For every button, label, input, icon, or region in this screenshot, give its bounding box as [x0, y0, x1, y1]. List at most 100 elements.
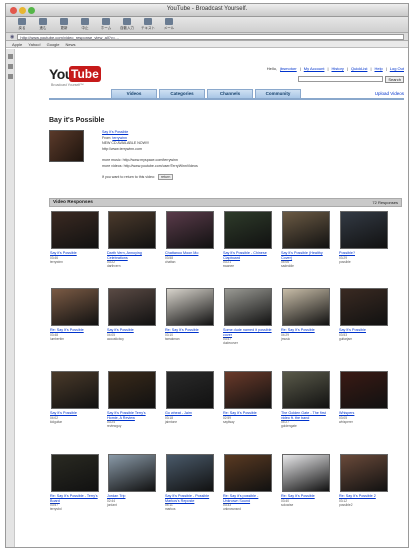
response-item[interactable]: Say It's Possible - Chinese Clapboard 03:…	[222, 211, 274, 268]
response-item[interactable]: Say It's Possible 04:02 kidguitar	[49, 371, 101, 424]
response-thumbnail[interactable]	[51, 454, 99, 492]
response-thumbnail[interactable]	[166, 288, 214, 326]
user-link[interactable]: History	[331, 66, 343, 71]
response-item[interactable]: Whispers 03:05 whisperer	[338, 371, 390, 424]
response-thumbnail[interactable]	[282, 211, 330, 249]
response-item[interactable]: Re: Say It's Possible 02:59 sayitsay	[222, 371, 274, 424]
response-title[interactable]: Re: Say It's Possible - Terry's Board	[49, 494, 101, 503]
youtube-logo[interactable]: You Tube Broadcast Yourself™	[49, 66, 101, 87]
toolbar-button[interactable]: 中止	[77, 18, 93, 31]
response-thumbnail[interactable]	[282, 371, 330, 409]
response-thumbnail[interactable]	[166, 454, 214, 492]
toolbar-button[interactable]: 更新	[56, 18, 72, 31]
sidebar-icon[interactable]	[7, 64, 13, 69]
toolbar-button[interactable]: 進む	[35, 18, 51, 31]
url-field[interactable]: http://www.youtube.com/video_response_vi…	[17, 33, 404, 40]
response-item[interactable]: The Golden Gate - The first video ft. th…	[280, 371, 332, 428]
upload-videos-link[interactable]: Upload Videos	[375, 89, 404, 98]
window-title: YouTube - Broadcast Yourself.	[166, 6, 248, 12]
response-thumbnail[interactable]	[340, 371, 388, 409]
response-author: acousticboy	[107, 336, 124, 341]
sidebar-icon[interactable]	[7, 54, 13, 59]
response-thumbnail[interactable]	[340, 454, 388, 492]
response-thumbnail[interactable]	[224, 288, 272, 326]
response-thumbnail[interactable]	[282, 454, 330, 492]
toolbar-icon	[144, 18, 152, 25]
toolbar-button[interactable]: ホーム	[98, 18, 114, 31]
return-button[interactable]: return	[157, 174, 174, 180]
response-item[interactable]: Some dude named it possible cover 03:47 du…	[222, 288, 274, 345]
response-thumbnail[interactable]	[166, 371, 214, 409]
response-thumbnail[interactable]	[51, 371, 99, 409]
bookmark-item[interactable]: Apple	[12, 41, 22, 47]
video-thumbnail[interactable]	[49, 130, 84, 162]
user-links: Hello, jbsmotorr | My Account | History | Qui…	[267, 66, 404, 71]
search-input[interactable]	[298, 76, 384, 82]
user-link[interactable]: My Account	[304, 66, 325, 71]
response-item[interactable]: Re: Say It's Possible - Terry's Board 03:…	[49, 454, 101, 511]
response-thumbnail[interactable]	[224, 211, 272, 249]
nav-tab[interactable]: Videos	[111, 89, 157, 98]
response-item[interactable]: Say It's Possible (Healthy Cover) 04:06 sa…	[280, 211, 332, 268]
user-link[interactable]: QuickList	[351, 66, 367, 71]
response-title[interactable]: Say It's Possible - Possible Markos's Re…	[164, 494, 216, 503]
response-thumbnail[interactable]	[224, 371, 272, 409]
response-item[interactable]: Possible? 03:29 possible	[338, 211, 390, 264]
response-item[interactable]: Go wheat - Jaim 03:18 jaimtone	[164, 371, 216, 424]
response-item[interactable]: Re: Say It's Possible 03:48 lumbertim	[49, 288, 101, 341]
bookmark-item[interactable]: Yahoo!	[28, 41, 40, 47]
response-thumbnail[interactable]	[340, 211, 388, 249]
nav-tab[interactable]: Categories	[159, 89, 205, 98]
response-title[interactable]: Re: Say it's possible - Unknown Sound	[222, 494, 274, 503]
toolbar-button[interactable]: メール	[161, 18, 177, 31]
user-link[interactable]: Log Out	[390, 66, 404, 71]
bookmark-item[interactable]: News	[66, 41, 76, 47]
response-thumbnail[interactable]	[108, 454, 156, 492]
response-title[interactable]: Say It's Possible Terry's Homie, A Revie…	[106, 411, 158, 420]
response-title[interactable]: The Golden Gate - The first video ft. th…	[280, 411, 332, 420]
response-thumbnail[interactable]	[340, 288, 388, 326]
response-thumbnail[interactable]	[166, 211, 214, 249]
response-item[interactable]: Darth Vern, Annoying Celebrations 03:22 da…	[106, 211, 158, 268]
link-separator: |	[385, 66, 387, 71]
search-button[interactable]: Search	[385, 76, 404, 83]
response-item[interactable]: Jordan Trip 02:44 jordant	[106, 454, 158, 507]
response-title[interactable]: Say It's Possible (Healthy Cover)	[280, 251, 332, 260]
toolbar-button[interactable]: 戻る	[14, 18, 30, 31]
response-thumbnail[interactable]	[108, 211, 156, 249]
response-author: chattan	[165, 259, 176, 264]
bookmark-item[interactable]: Google	[47, 41, 60, 47]
sidebar-icon[interactable]	[7, 74, 13, 79]
toolbar-button[interactable]: 自動入力	[119, 18, 135, 31]
response-thumbnail[interactable]	[282, 288, 330, 326]
response-author: reviewguy	[107, 424, 122, 428]
response-item[interactable]: Re: Say It's Possible 03:40 solowise	[280, 454, 332, 507]
response-title[interactable]: Say It's Possible - Chinese Clapboard	[222, 251, 274, 260]
response-author: possible	[339, 259, 351, 264]
response-item[interactable]: Chattanoo Moon Mo 03:58 chattan	[164, 211, 216, 264]
response-author: jaimtone	[165, 419, 178, 424]
response-item[interactable]: Say it's Possible 04:05 acousticboy	[106, 288, 158, 341]
response-title[interactable]: Some dude named it possible cover	[222, 328, 274, 337]
nav-tab[interactable]: Channels	[207, 89, 253, 98]
response-thumbnail[interactable]	[108, 288, 156, 326]
response-item[interactable]: Say It's Possible - Possible Markos's Re…	[164, 454, 216, 511]
address-bar: ◉ http://www.youtube.com/video_response_…	[6, 33, 408, 41]
toolbar-button[interactable]: テキスト	[140, 18, 156, 31]
response-thumbnail[interactable]	[224, 454, 272, 492]
response-item[interactable]: Say it's Possible 03:46 terrywinn	[49, 211, 101, 264]
response-title[interactable]: Darth Vern, Annoying Celebrations	[106, 251, 158, 260]
response-item[interactable]: Re: Say It's Possible 2 03:12 possible2	[338, 454, 390, 507]
response-item[interactable]: Say It's Possible Terry's Homie, A Revie…	[106, 371, 158, 428]
response-item[interactable]: Re: Say it's possible - Unknown Sound 03:…	[222, 454, 274, 511]
response-item[interactable]: Say It's Possible 03:53 guitarjam	[338, 288, 390, 341]
username-link[interactable]: jbsmotorr	[280, 66, 297, 71]
nav-tab[interactable]: Community	[255, 89, 301, 98]
response-thumbnail[interactable]	[51, 288, 99, 326]
response-thumbnail[interactable]	[108, 371, 156, 409]
response-thumbnail[interactable]	[51, 211, 99, 249]
user-link[interactable]: Help	[374, 66, 382, 71]
response-item[interactable]: Re: Say It's Possible 03:10 tweakman	[164, 288, 216, 341]
response-item[interactable]: Re: Say It's Possible 04:29 jmusic	[280, 288, 332, 341]
from-user-link[interactable]: terrywinn	[112, 136, 127, 140]
